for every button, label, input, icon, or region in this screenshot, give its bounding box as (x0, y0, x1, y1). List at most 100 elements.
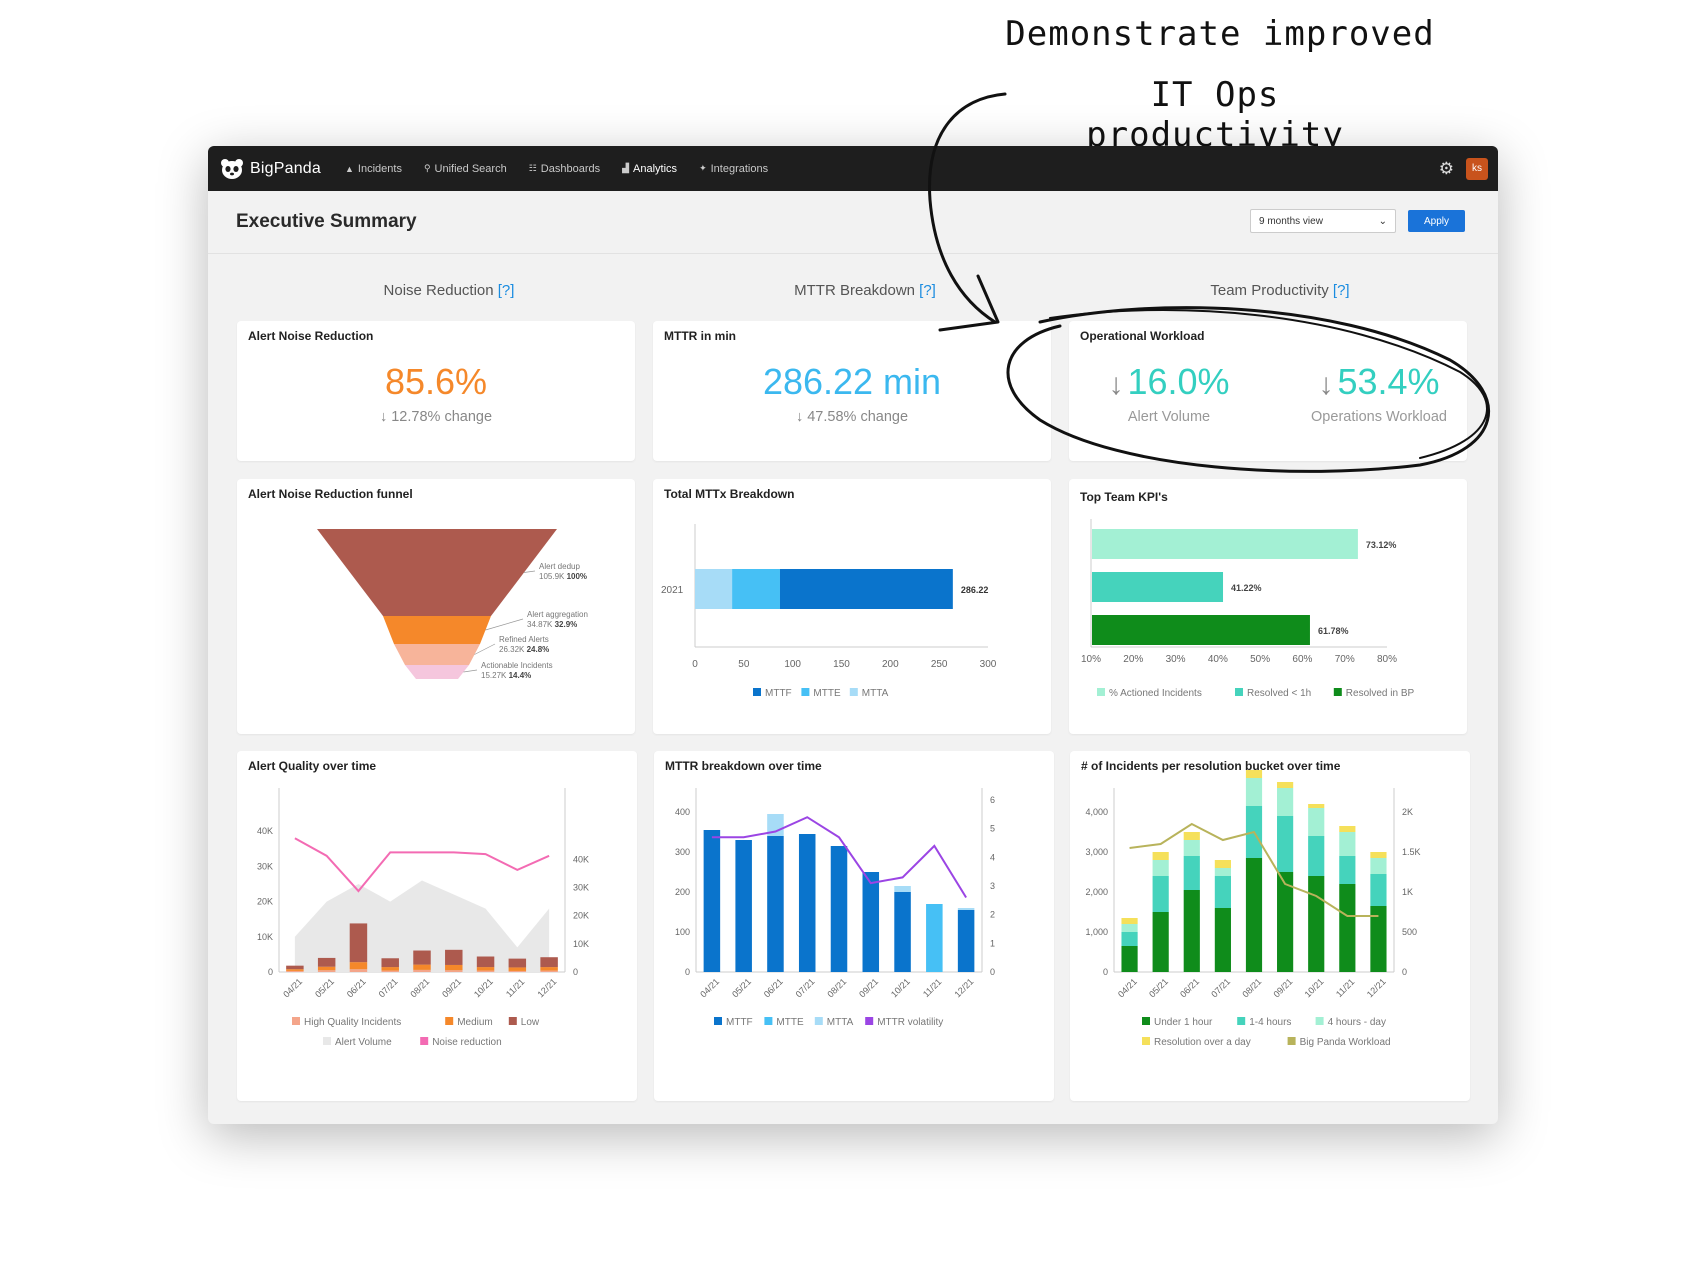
chevron-down-icon: ⌄ (1378, 215, 1387, 227)
mttx-chart: 0 50 100 150 200 250 300 2021 286.22 MTTF MTTE MTTA (661, 524, 997, 699)
bar-segment (779, 569, 953, 609)
y-tick-label: 300 (675, 847, 690, 857)
bar-segment (1152, 876, 1169, 912)
y-right-tick-label: 6 (990, 795, 995, 805)
legend-swatch (865, 1017, 874, 1025)
x-tick-label: 10/21 (472, 976, 495, 999)
x-tick-label: 11/21 (921, 977, 944, 1000)
x-tick-label: 04/21 (698, 976, 721, 999)
funnel-chart: Alert dedup105.9K 100% Alert aggregation3… (317, 529, 588, 680)
x-tick-label: 08/21 (1240, 976, 1263, 999)
x-tick-label: 05/21 (730, 976, 753, 999)
x-tick-label: 06/21 (1178, 976, 1201, 999)
bar-segment (862, 872, 880, 972)
bar-segment (1370, 852, 1387, 858)
team-kpi-chart: 10% 20% 30% 40% 50% 60% 70% 80% 73.12% 41.22% 61.7… (1081, 519, 1414, 699)
funnel-stage-percent: 14.4% (509, 671, 532, 680)
bar-segment (540, 957, 558, 968)
help-link-mttr[interactable]: [?] (919, 282, 936, 299)
apply-button[interactable]: Apply (1408, 210, 1465, 232)
bar-segment (1245, 778, 1263, 806)
y-tick-label: 0 (1103, 967, 1108, 977)
bar-segment (476, 956, 495, 968)
x-tick-label: 12/21 (1365, 976, 1388, 999)
top-navigation-bar: BigPanda ▲ Incidents ⚲ Unified Search ☷ Das… (208, 146, 1498, 191)
legend-swatch (849, 688, 858, 696)
avatar[interactable]: ks (1466, 157, 1488, 180)
legend-label: MTTE (813, 688, 841, 699)
section-label-noise: Noise Reduction (383, 282, 494, 299)
bar-segment (1308, 836, 1325, 876)
y-right-tick-label: 10K (573, 939, 589, 949)
y-tick-label: 200 (675, 887, 690, 897)
section-title-mttr: MTTR Breakdown [?] (665, 282, 1065, 299)
bar-segment (1308, 808, 1325, 836)
bar-segment (1121, 932, 1138, 946)
bar-segment (445, 964, 463, 971)
y-right-tick-label: 1 (990, 938, 995, 948)
x-tick-label: 08/21 (825, 976, 848, 999)
x-tick-label: 300 (980, 659, 997, 670)
mttr-value: 286.22 min (762, 361, 942, 402)
legend-label: Alert Volume (335, 1037, 392, 1048)
help-link-team[interactable]: [?] (1333, 282, 1350, 299)
alert-volume-label: Alert Volume (1127, 409, 1211, 425)
legend-label: MTTF (765, 688, 792, 699)
legend-swatch (508, 1017, 517, 1025)
y-tick-label: 2,000 (1085, 887, 1108, 897)
bar-segment (1214, 908, 1231, 972)
bar-segment (1152, 860, 1169, 876)
x-tick-label: 150 (833, 659, 850, 670)
y-tick-label: 20K (257, 897, 273, 907)
x-tick-label: 50 (738, 659, 750, 670)
funnel-stage-percent: 100% (567, 572, 587, 581)
bar-segment (1121, 946, 1138, 972)
operations-workload-kpi: ↓ 53.4% Operations Workload (1279, 361, 1479, 425)
bar-segment (1245, 770, 1263, 778)
nav-item-analytics[interactable]: ▟ Analytics (622, 163, 677, 175)
bar-segment (508, 958, 527, 968)
funnel-stage (405, 665, 469, 679)
bar-segment (1121, 918, 1138, 924)
bar-segment (476, 967, 495, 971)
x-tick-label: 100 (784, 659, 801, 670)
legend-swatch (753, 688, 761, 696)
x-tick-label: 11/21 (1334, 977, 1357, 1000)
y-right-tick-label: 0 (1402, 967, 1407, 977)
y-right-tick-label: 2 (990, 910, 995, 920)
x-tick-label: 06/21 (762, 976, 785, 999)
mttr-over-time-card: MTTR breakdown over time 0 100 200 300 400 0 1… (654, 751, 1054, 1101)
arrow-down-icon: ↓ (1318, 368, 1334, 401)
funnel-stage-value: 26.32K 24.8% (499, 645, 549, 654)
legend-label: MTTF (726, 1017, 753, 1028)
funnel-stage-name: Alert dedup (539, 562, 580, 571)
brand[interactable]: BigPanda (220, 158, 321, 180)
nav-label-dashboards: Dashboards (540, 162, 601, 175)
nav-item-dashboards[interactable]: ☷ Dashboards (529, 163, 600, 175)
funnel-stage (394, 644, 480, 665)
y-right-tick-label: 4 (990, 852, 995, 862)
gear-icon[interactable]: ⚙ (1439, 159, 1454, 179)
funnel-stage-name: Alert aggregation (527, 610, 588, 619)
bar-segment (695, 569, 733, 609)
alert-noise-reduction-card: Alert Noise Reduction 85.6% ↓ 12.78% cha… (237, 321, 635, 461)
y-right-tick-label: 3 (990, 881, 995, 891)
nav-item-integrations[interactable]: ✦ Integrations (699, 163, 768, 175)
view-select[interactable]: 9 months view ⌄ (1250, 209, 1396, 233)
funnel-stage (317, 529, 557, 616)
nav-item-incidents[interactable]: ▲ Incidents (345, 163, 402, 175)
help-link-noise[interactable]: [?] (498, 282, 515, 299)
alert-volume-value: 16.0% (1127, 361, 1230, 402)
funnel-stage-percent: 24.8% (527, 645, 550, 654)
bar-segment (540, 970, 558, 972)
resolution-bucket-chart: 0 1,000 2,000 3,000 4,000 0 500 1K 1.5K 2K 04/21 05… (1085, 770, 1421, 1048)
bar-segment (926, 904, 943, 972)
x-tick-label: 04/21 (281, 976, 304, 999)
bar-segment (1183, 840, 1200, 856)
legend-swatch (1315, 1017, 1324, 1025)
kpi-bar (1092, 615, 1310, 645)
nav-item-unified-search[interactable]: ⚲ Unified Search (424, 163, 507, 175)
legend-swatch (420, 1037, 429, 1045)
legend-label: Under 1 hour (1154, 1017, 1213, 1028)
legend-swatch (292, 1017, 300, 1025)
